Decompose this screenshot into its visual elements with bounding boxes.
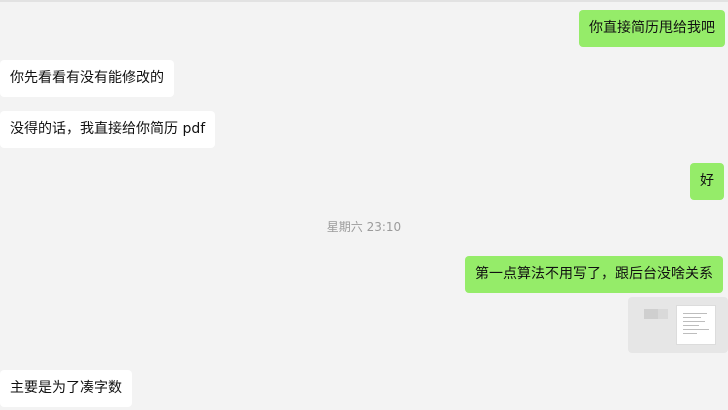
message-out-2[interactable]: 好 <box>690 163 724 200</box>
file-thumbnail-block-2 <box>658 309 668 319</box>
chat-timestamp: 星期六 23:10 <box>326 220 402 234</box>
message-out-1[interactable]: 你直接简历甩给我吧 <box>579 10 725 47</box>
message-in-2[interactable]: 没得的话，我直接给你简历 pdf <box>0 111 216 148</box>
file-thumbnail-block <box>644 309 658 319</box>
file-attachment-card[interactable] <box>628 297 728 353</box>
message-out-3[interactable]: 第一点算法不用写了，跟后台没啥关系 <box>465 256 723 293</box>
chat-window: 你直接简历甩给我吧 你先看看有没有能修改的 没得的话，我直接给你简历 pdf 好… <box>0 0 728 410</box>
message-in-1[interactable]: 你先看看有没有能修改的 <box>0 60 174 97</box>
top-divider <box>0 0 728 2</box>
message-in-3[interactable]: 主要是为了凑字数 <box>0 370 132 407</box>
document-thumbnail-icon <box>676 305 716 345</box>
